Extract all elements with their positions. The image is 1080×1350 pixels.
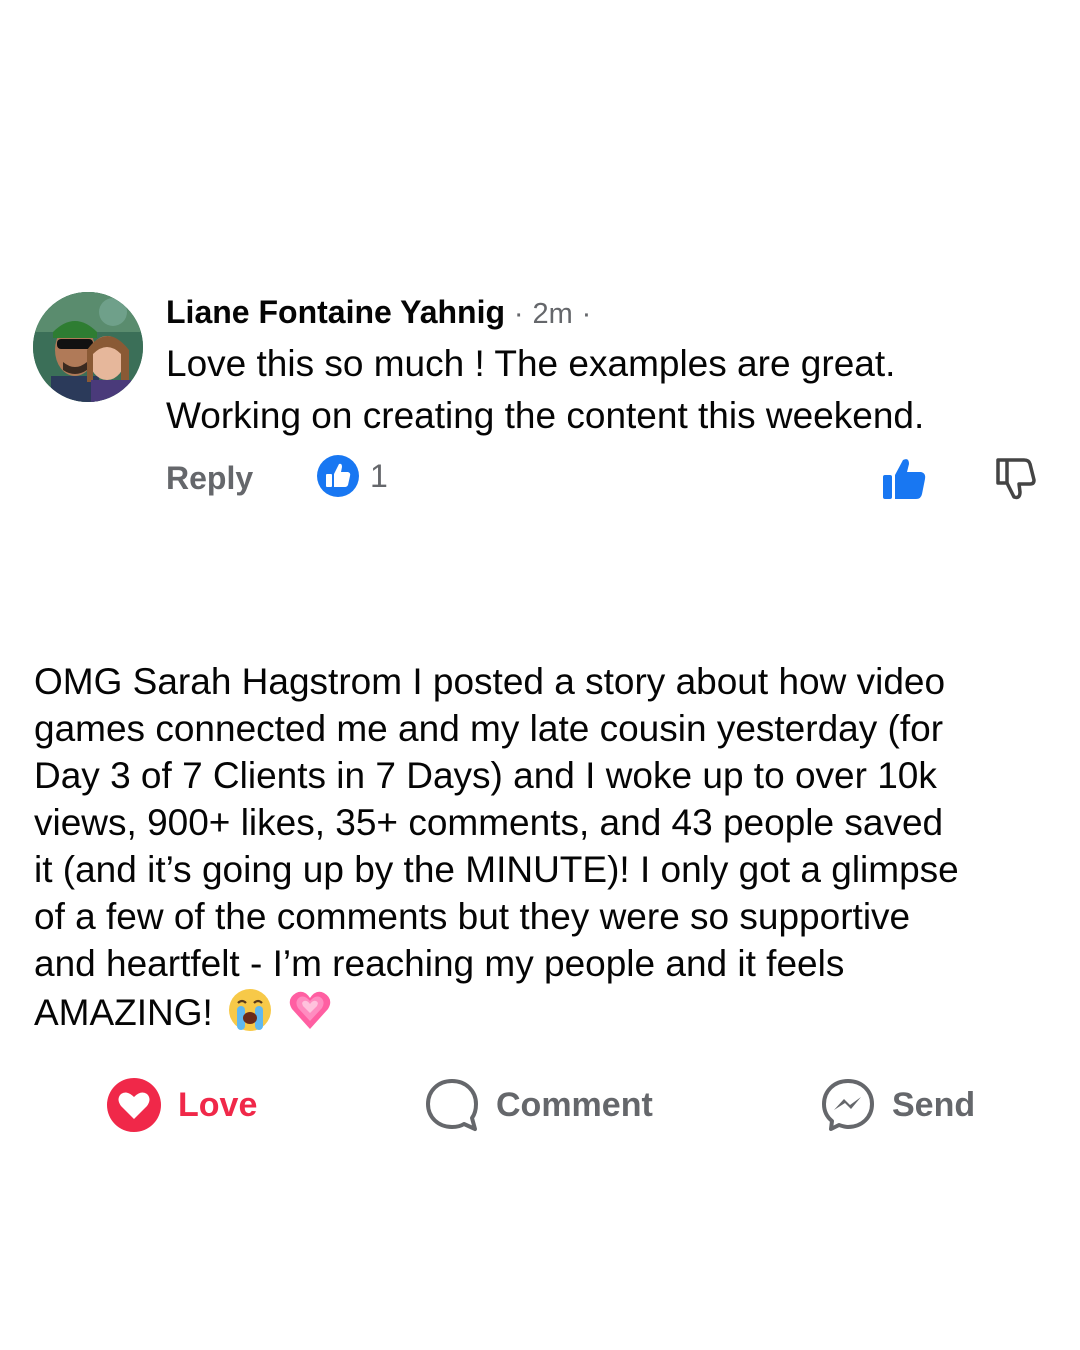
post-text: OMG Sarah Hagstrom I posted a story abou… (34, 658, 1044, 1036)
post-text-line: of a few of the comments but they were s… (34, 896, 911, 937)
comment-time[interactable]: 2m (532, 298, 572, 330)
comment-text-line: Love this so much ! The examples are gre… (166, 343, 896, 384)
comment-button[interactable]: Comment (424, 1070, 653, 1140)
avatar[interactable] (33, 292, 143, 402)
crying-face-emoji-icon (229, 989, 272, 1031)
couple-photo-avatar-icon (33, 292, 143, 402)
like-count: 1 (370, 458, 388, 494)
post-text-amazing: AMAZING! (34, 992, 213, 1033)
comment-label: Comment (496, 1085, 653, 1124)
send-label: Send (892, 1085, 976, 1124)
comment-text-line: Working on creating the content this wee… (166, 395, 925, 436)
post-text-line: Day 3 of 7 Clients in 7 Days) and I woke… (34, 755, 937, 796)
comment: Liane Fontaine Yahnig · 2m · Love this s… (0, 0, 1080, 560)
love-reaction-icon (107, 1078, 161, 1132)
post-text-line: games connected me and my late cousin ye… (34, 708, 944, 749)
love-button[interactable]: Love (106, 1070, 257, 1140)
post-text-line: and heartfelt - I’m reaching my people a… (34, 943, 845, 984)
reply-button[interactable]: Reply (166, 460, 253, 497)
comment-actions: Reply 1 (0, 450, 1080, 510)
meta-separator: · (581, 298, 592, 330)
send-button[interactable]: Send (820, 1070, 975, 1140)
comment-author[interactable]: Liane Fontaine Yahnig (166, 294, 505, 330)
post-text-last-line: AMAZING! (34, 987, 1044, 1036)
growing-heart-emoji-icon (290, 991, 331, 1029)
like-badge-icon[interactable] (316, 454, 360, 498)
post-text-line: views, 900+ likes, 35+ comments, and 43 … (34, 802, 944, 843)
thumbs-down-icon[interactable] (990, 454, 1038, 502)
comment-bubble-icon (426, 1079, 478, 1131)
post-text-line: it (and it’s going up by the MINUTE)! I … (34, 849, 959, 890)
love-label: Love (178, 1085, 258, 1124)
comment-meta: Liane Fontaine Yahnig · 2m · (166, 292, 591, 334)
thumbs-up-icon[interactable] (880, 454, 928, 502)
post-actions-bar: Love Comment Send (0, 1070, 1080, 1140)
post-text-line: OMG Sarah Hagstrom I posted a story abou… (34, 661, 946, 702)
comment-text: Love this so much ! The examples are gre… (166, 338, 1046, 442)
meta-separator: · (513, 298, 524, 330)
messenger-icon (822, 1079, 874, 1131)
